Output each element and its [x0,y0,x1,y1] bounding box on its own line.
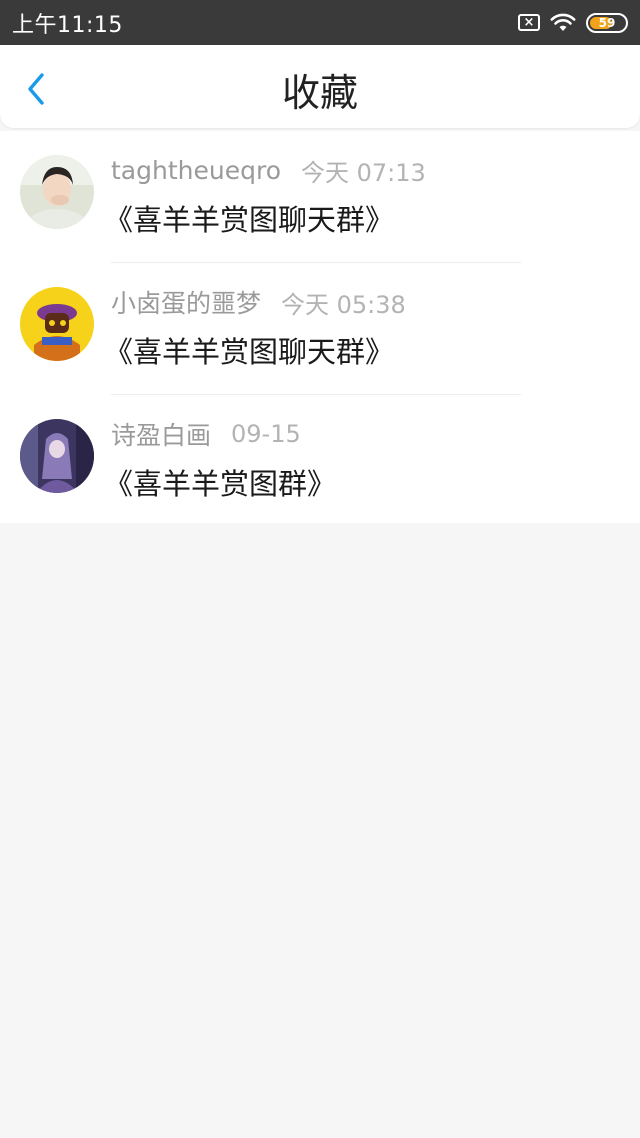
favorite-time: 今天 05:38 [281,290,406,319]
favorite-time: 今天 07:13 [300,158,426,187]
status-time: 上午11:15 [12,12,123,38]
sim-error-icon: × [518,14,540,31]
avatar[interactable] [20,287,94,361]
battery-level: 59 [598,15,616,30]
favorite-meta: 诗盈白画 09-15 [111,417,301,451]
favorite-item[interactable]: 诗盈白画 09-15 《喜羊羊赏图群》 [0,395,640,527]
status-bar: 上午11:15 × 59 [0,0,640,45]
battery-icon: 59 [586,12,628,33]
avatar[interactable] [20,155,94,229]
header: 收藏 [0,45,640,128]
sender-name: taghtheueqro [111,155,281,185]
sender-name: 诗盈白画 [111,421,212,450]
favorite-content: 《喜羊羊赏图群》 [104,467,337,501]
favorite-content: 《喜羊羊赏图聊天群》 [104,203,395,237]
favorite-item[interactable]: taghtheueqro 今天 07:13 《喜羊羊赏图聊天群》 [0,131,640,263]
wifi-icon [550,13,576,33]
page-title: 收藏 [281,71,358,115]
avatar[interactable] [20,419,94,493]
favorites-list: taghtheueqro 今天 07:13 《喜羊羊赏图聊天群》 小卤蛋的噩梦 … [0,131,640,523]
status-icons: × 59 [518,12,628,33]
favorite-time: 09-15 [231,420,301,448]
sender-name: 小卤蛋的噩梦 [111,289,262,318]
favorite-content: 《喜羊羊赏图聊天群》 [104,335,395,369]
favorite-meta: 小卤蛋的噩梦 今天 05:38 [111,285,406,319]
favorite-item[interactable]: 小卤蛋的噩梦 今天 05:38 《喜羊羊赏图聊天群》 [0,263,640,395]
favorite-meta: taghtheueqro 今天 07:13 [111,153,426,187]
